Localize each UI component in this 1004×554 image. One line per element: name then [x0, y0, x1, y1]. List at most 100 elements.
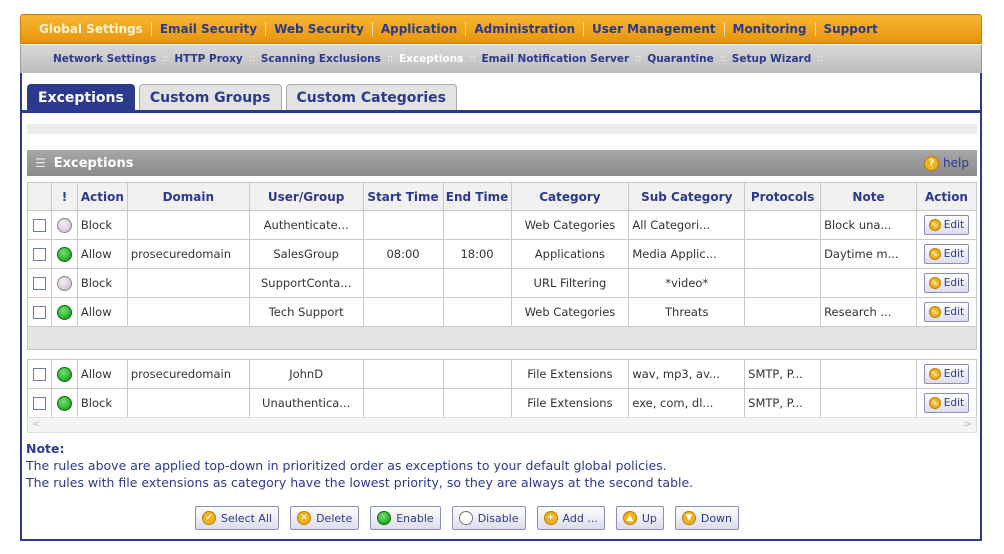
nav-user-management[interactable]: User Management [584, 22, 725, 36]
cell-sub-category: Media Applic... [628, 239, 746, 269]
help-link[interactable]: ? help [924, 155, 969, 171]
row-checkbox[interactable] [32, 277, 46, 290]
subnav-separator: :: [635, 54, 642, 64]
scroll-left-icon[interactable]: < [32, 419, 40, 430]
panel-title: Exceptions [53, 155, 134, 171]
edit-label: Edit [943, 248, 965, 260]
cell-user: JohnD [248, 359, 364, 389]
edit-button[interactable]: ✎ Edit [923, 273, 970, 293]
arrow-down-icon: ▼ [681, 511, 696, 525]
cell-user: SalesGroup [248, 239, 364, 269]
nav-support[interactable]: Support [816, 22, 886, 36]
subnav-quarantine[interactable]: Quarantine [647, 53, 713, 65]
divider-bar [27, 124, 977, 134]
cell-start [362, 359, 444, 389]
cell-note [820, 388, 917, 418]
edit-label: Edit [943, 219, 965, 231]
cell-start [362, 210, 444, 240]
sub-nav: Network Settings :: HTTP Proxy :: Scanni… [20, 45, 982, 73]
up-button[interactable]: ▲ Up [615, 506, 664, 530]
top-nav: Global Settings Email Security Web Secur… [20, 14, 982, 44]
nav-email-security[interactable]: Email Security [152, 22, 267, 36]
add-label: Add ... [562, 511, 598, 525]
add-button[interactable]: + Add ... [536, 506, 605, 530]
subnav-exceptions[interactable]: Exceptions [399, 53, 463, 65]
status-enabled-icon [56, 246, 72, 262]
table-header-row: ! Action Domain User/Group Start Time En… [27, 182, 978, 211]
help-label: help [943, 156, 969, 170]
col-end-time: End Time [442, 182, 512, 211]
tab-exceptions[interactable]: Exceptions [27, 84, 135, 110]
cell-action: Block [76, 268, 128, 298]
row-checkbox[interactable] [32, 368, 46, 381]
row-checkbox[interactable] [32, 397, 46, 410]
delete-button[interactable]: ✕ Delete [290, 506, 360, 530]
subnav-separator: :: [817, 54, 824, 64]
cell-domain: prosecuredomain [126, 239, 250, 269]
edit-button[interactable]: ✎ Edit [923, 244, 970, 264]
row-checkbox[interactable] [32, 248, 46, 261]
col-edit-action: Action [915, 182, 978, 211]
cell-note: Block una... [820, 210, 917, 240]
cell-category: Applications [510, 239, 630, 269]
arrow-up-icon: ▲ [622, 511, 637, 525]
down-button[interactable]: ▼ Down [674, 506, 740, 530]
cell-end [442, 359, 512, 389]
tab-custom-categories[interactable]: Custom Categories [285, 84, 457, 110]
delete-label: Delete [316, 511, 353, 525]
row-checkbox[interactable] [32, 219, 46, 232]
cell-domain: prosecuredomain [126, 359, 250, 389]
help-icon: ? [924, 155, 940, 171]
subnav-network-settings[interactable]: Network Settings [53, 53, 156, 65]
edit-button[interactable]: ✎ Edit [923, 393, 970, 413]
table-row: Allow prosecuredomain SalesGroup 08:00 1… [27, 239, 978, 269]
cell-note [820, 359, 917, 389]
subnav-email-notification-server[interactable]: Email Notification Server [481, 53, 629, 65]
tab-custom-groups[interactable]: Custom Groups [138, 84, 282, 110]
table-gap [27, 349, 977, 360]
cell-domain [126, 210, 250, 240]
subnav-scanning-exclusions[interactable]: Scanning Exclusions [261, 53, 381, 65]
select-all-button[interactable]: ✔ Select All [195, 506, 280, 530]
nav-application[interactable]: Application [373, 22, 467, 36]
cell-protocols: SMTP, P... [744, 388, 822, 418]
cell-category: Web Categories [510, 210, 630, 240]
nav-monitoring[interactable]: Monitoring [725, 22, 816, 36]
disable-button[interactable]: Disable [451, 506, 526, 530]
cell-end [442, 210, 512, 240]
subnav-setup-wizard[interactable]: Setup Wizard [732, 53, 811, 65]
col-action: Action [76, 182, 128, 211]
col-start-time: Start Time [362, 182, 444, 211]
edit-button[interactable]: ✎ Edit [923, 215, 970, 235]
nav-administration[interactable]: Administration [466, 22, 585, 36]
cell-note [820, 268, 917, 298]
cell-start [362, 388, 444, 418]
edit-button[interactable]: ✎ Edit [923, 364, 970, 384]
enable-button[interactable]: Enable [370, 506, 441, 530]
cell-domain [126, 388, 250, 418]
note-line-1: The rules above are applied top-down in … [26, 458, 667, 473]
edit-icon: ✎ [928, 306, 941, 318]
edit-button[interactable]: ✎ Edit [923, 302, 970, 322]
nav-web-security[interactable]: Web Security [266, 22, 373, 36]
cell-user: Tech Support [248, 297, 364, 327]
edit-label: Edit [943, 277, 965, 289]
action-button-row: ✔ Select All ✕ Delete Enable Disable + Add … [195, 506, 750, 530]
subnav-http-proxy[interactable]: HTTP Proxy [174, 53, 242, 65]
status-disabled-icon [56, 217, 72, 233]
row-checkbox[interactable] [32, 306, 46, 319]
scroll-right-icon[interactable]: > [964, 419, 972, 430]
col-user-group: User/Group [248, 182, 364, 211]
horizontal-scrollbar[interactable]: < > [27, 417, 977, 433]
nav-global-settings[interactable]: Global Settings [31, 22, 152, 36]
col-select [27, 182, 52, 211]
disable-icon [458, 511, 473, 525]
tab-underline [22, 110, 980, 113]
exceptions-table: ! Action Domain User/Group Start Time En… [27, 182, 978, 418]
cell-protocols [744, 239, 822, 269]
edit-icon: ✎ [928, 397, 941, 409]
col-domain: Domain [126, 182, 250, 211]
cell-category: File Extensions [510, 388, 630, 418]
cell-user: SupportConta... [248, 268, 364, 298]
disable-label: Disable [477, 511, 519, 525]
